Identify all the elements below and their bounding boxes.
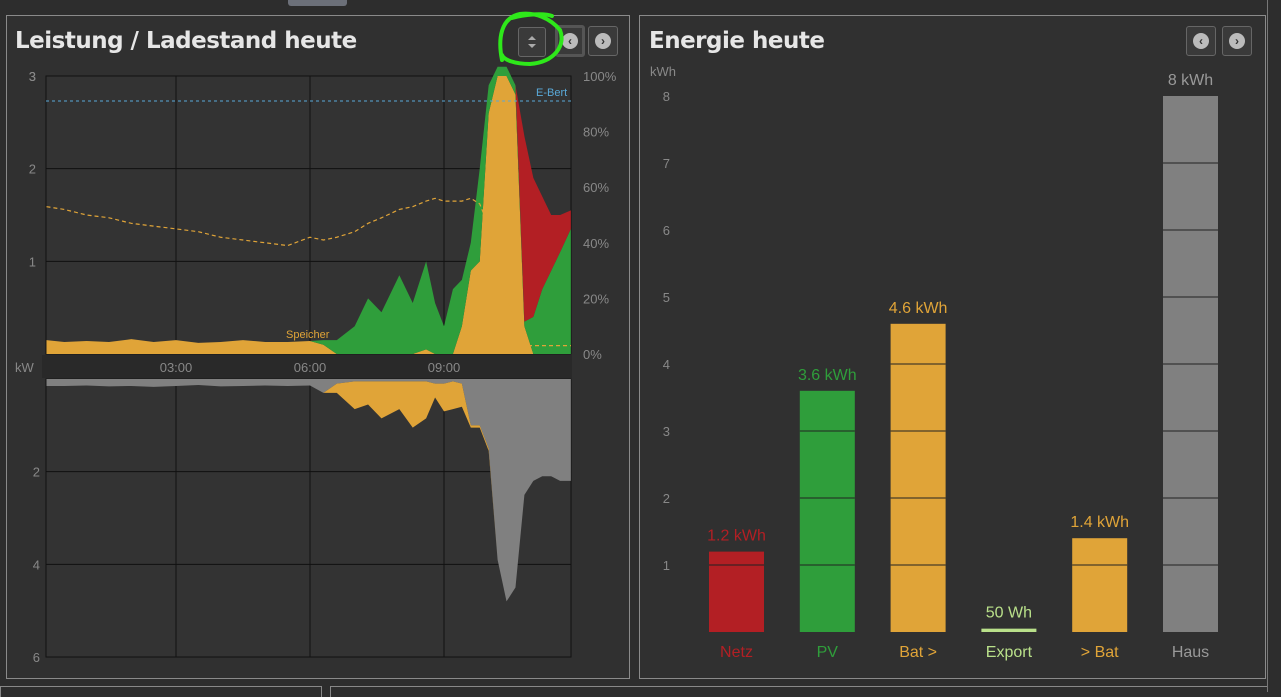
bar-4 xyxy=(1072,538,1128,632)
y-tick-label: 3 xyxy=(663,424,670,439)
bar-value-label: 4.6 kWh xyxy=(889,300,948,317)
bar-value-label: 1.4 kWh xyxy=(1070,514,1129,531)
y-tick-label: 7 xyxy=(663,156,670,171)
y2-tick-label: 80% xyxy=(583,125,609,140)
y-tick-label: 1 xyxy=(663,558,670,573)
bar-category-label: Haus xyxy=(1172,644,1209,661)
bar-category-label: Bat > xyxy=(899,644,937,661)
hand-drawn-highlight-circle xyxy=(498,11,564,67)
y-tick-label: 1 xyxy=(29,254,36,269)
y2-tick-label: 20% xyxy=(583,291,609,306)
bar-value-label: 1.2 kWh xyxy=(707,528,766,545)
y-tick-label: 8 xyxy=(663,89,670,104)
y-tick-label: 6 xyxy=(33,650,40,665)
bar-value-label: 8 kWh xyxy=(1168,72,1213,89)
bar-1 xyxy=(799,390,855,632)
bar-category-label: > Bat xyxy=(1081,644,1119,661)
bar-category-label: PV xyxy=(817,644,839,661)
y2-tick-label: 100% xyxy=(583,69,617,84)
x-tick-label: 06:00 xyxy=(294,360,327,375)
kwh-unit-label: kWh xyxy=(650,64,676,79)
x-tick-label: 03:00 xyxy=(160,360,193,375)
x-tick-label: 09:00 xyxy=(428,360,461,375)
charts-layer: 1 2 3 3 0% 20% 40% 60% 80% 100% 03:00 06:00 09:00 E-B… xyxy=(15,11,1218,665)
y2-tick-label: 40% xyxy=(583,236,609,251)
ebert-label: E-Bert xyxy=(536,87,567,99)
speicher-label: Speicher xyxy=(286,329,330,341)
y2-tick-label: 60% xyxy=(583,180,609,195)
bar-2 xyxy=(890,323,946,632)
y-tick-label: 2 xyxy=(663,491,670,506)
y-tick-label: 6 xyxy=(663,223,670,238)
bar-3 xyxy=(981,628,1037,632)
y-tick-label: 4 xyxy=(33,557,40,572)
kw-unit-label: kW xyxy=(15,360,35,375)
y2-tick-label: 0% xyxy=(583,347,602,362)
y-tick-label: 2 xyxy=(29,162,36,177)
bar-0 xyxy=(709,551,764,632)
y-tick-label: 3 xyxy=(29,69,36,84)
y-tick-label: 4 xyxy=(663,357,670,372)
y-tick-label: 2 xyxy=(33,465,40,480)
y-tick-label: 5 xyxy=(663,290,670,305)
bar-value-label: 3.6 kWh xyxy=(798,367,857,384)
bar-value-label: 50 Wh xyxy=(986,605,1032,622)
bar-category-label: Export xyxy=(986,644,1033,661)
bar-category-label: Netz xyxy=(720,644,753,661)
